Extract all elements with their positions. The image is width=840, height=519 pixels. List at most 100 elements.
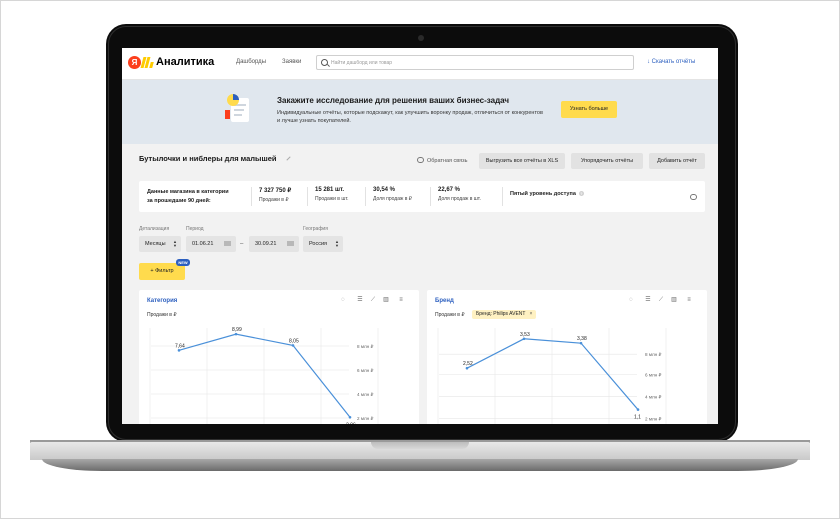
stat-label: Доля продаж в шт. (438, 196, 481, 202)
data-label: 3,38 (577, 336, 587, 342)
date-from-value: 01.06.21 (192, 241, 214, 247)
app-title[interactable]: Аналитика (156, 56, 214, 68)
stat-value: 15 281 шт. (315, 187, 345, 193)
geo-select[interactable]: Россия ▲ ▼ (303, 236, 343, 252)
stat-share-pcs: 22,67 % Доля продаж в шт. (438, 187, 481, 202)
stat-share-rub: 30,54 % Доля продаж в ₽ (373, 187, 412, 202)
calendar-icon (287, 241, 294, 246)
access-level-label: Пятый уровень доступа (510, 191, 576, 197)
stat-label: Продажи в ₽ (259, 197, 289, 203)
y-tick-label: 2 млн ₽ (645, 416, 662, 421)
date-to-field[interactable]: 30.09.21 (249, 236, 299, 252)
laptop-base-bottom (42, 459, 798, 471)
date-from-field[interactable]: 01.06.21 (186, 236, 236, 252)
y-tick-label: 2 млн ₽ (357, 416, 374, 421)
banner-title: Закажите исследование для решения ваших … (277, 96, 510, 105)
data-point (636, 408, 640, 411)
stat-value: 30,54 % (373, 187, 396, 193)
divider (365, 187, 366, 206)
nav-dashboards[interactable]: Дашборды (236, 59, 266, 65)
access-level: Пятый уровень доступа? (510, 191, 584, 197)
stat-value: 7 327 750 ₽ (259, 188, 292, 194)
help-icon[interactable]: ? (578, 191, 584, 196)
stat-sales-rub: 7 327 750 ₽ Продажи в ₽ (259, 187, 291, 203)
chart-card-category: Категория Продажи в ₽ ◌ ☰ ⟋ ▥ ≡ 8 млн ₽6… (139, 290, 419, 424)
y-tick-label: 8 млн ₽ (645, 352, 662, 357)
data-point (177, 349, 181, 352)
line-chart: 8 млн ₽ 6 млн ₽ 4 млн ₽ 2 млн ₽ 2,52 3,53 3,38… (437, 328, 667, 424)
promo-banner: Закажите исследование для решения ваших … (122, 80, 718, 144)
divider (307, 187, 308, 206)
y-tick-label: 4 млн ₽ (645, 394, 662, 399)
chart-card-brand: Бренд Продажи в ₽ Бренд: Philips AVENT × … (427, 290, 707, 424)
geo-label: География (303, 226, 328, 232)
detail-label: Детализация (139, 226, 170, 232)
data-label: 7,64 (175, 343, 185, 349)
y-tick-label: 6 млн ₽ (645, 373, 662, 378)
laptop-notch (371, 442, 469, 449)
updown-icon: ▲ ▼ (335, 239, 339, 248)
search-box[interactable] (316, 55, 634, 70)
new-badge: NEW (176, 259, 190, 266)
stat-label: Продажи в шт. (315, 196, 349, 202)
search-input[interactable] (331, 58, 621, 67)
feedback-link[interactable]: Обратная связь (417, 157, 468, 164)
top-header: Я Аналитика Дашборды Заявки ↓ Скачать от… (122, 48, 718, 80)
data-label: 1,1 (634, 415, 641, 421)
edit-pencil-icon[interactable] (286, 156, 291, 161)
screen: Я Аналитика Дашборды Заявки ↓ Скачать от… (122, 48, 718, 424)
stats-panel: Данные магазина в категории за прошедшие… (139, 181, 705, 212)
data-label: 3,53 (520, 332, 530, 338)
banner-subtitle: Индивидуальные отчёты, которые подскажут… (277, 110, 543, 124)
data-label: 8,05 (289, 338, 299, 344)
y-tick-label: 8 млн ₽ (357, 344, 374, 349)
detail-select[interactable]: Месяцы ▲ ▼ (139, 236, 181, 252)
camera-icon (418, 35, 424, 41)
sort-reports-button[interactable]: Упорядочить отчёты (571, 153, 643, 169)
divider (430, 187, 431, 206)
data-label: 8,99 (232, 327, 242, 333)
data-point (291, 344, 295, 347)
divider (251, 187, 252, 206)
calendar-icon (224, 241, 231, 246)
line-chart: 8 млн ₽ 6 млн ₽ 4 млн ₽ 2 млн ₽ 7,64 8,99 8,05… (149, 327, 379, 424)
yandex-logo-icon[interactable]: Я (128, 56, 141, 69)
series-line (466, 338, 639, 410)
stat-value: 22,67 % (438, 187, 461, 193)
stats-label-line1: Данные магазина в категории (147, 189, 229, 195)
date-to-value: 30.09.21 (255, 241, 277, 247)
geo-select-value: Россия (309, 241, 328, 247)
chat-bubble-icon (417, 157, 424, 163)
y-tick-label: 6 млн ₽ (357, 368, 374, 373)
report-illustration-icon (225, 94, 249, 122)
data-point (579, 341, 583, 345)
feedback-label: Обратная связь (427, 158, 468, 164)
series-line (178, 333, 351, 418)
y-tick-label: 4 млн ₽ (357, 392, 374, 397)
updown-icon: ▲ ▼ (173, 239, 177, 248)
page-title: Бутылочки и ниблеры для малышей (139, 154, 277, 163)
data-point (348, 415, 352, 419)
market-logo-icon (140, 57, 154, 68)
stats-label: Данные магазина в категории за прошедшие… (147, 188, 229, 206)
learn-more-button[interactable]: Узнать больше (561, 101, 617, 118)
stats-label-line2: за прошедшие 90 дней: (147, 198, 211, 204)
export-xls-button[interactable]: Выгрузить все отчёты в XLS (479, 153, 565, 169)
search-icon (321, 59, 328, 66)
add-report-button[interactable]: Добавить отчёт (649, 153, 705, 169)
nav-requests[interactable]: Заявки (282, 59, 301, 65)
detail-select-value: Месяцы (145, 241, 166, 247)
download-reports-link[interactable]: ↓ Скачать отчёты (647, 59, 695, 65)
period-label: Период (186, 226, 204, 232)
data-point (522, 337, 526, 341)
data-label: 2,52 (463, 361, 473, 367)
comment-icon[interactable] (690, 194, 697, 200)
download-arrow-icon: ↓ (647, 59, 650, 65)
data-point (465, 366, 469, 370)
stat-sales-pcs: 15 281 шт. Продажи в шт. (315, 187, 348, 202)
data-label: 2,06 (346, 422, 356, 424)
divider (502, 187, 503, 206)
date-separator: – (240, 241, 244, 247)
stat-label: Доля продаж в ₽ (373, 196, 412, 202)
data-point (234, 332, 238, 336)
